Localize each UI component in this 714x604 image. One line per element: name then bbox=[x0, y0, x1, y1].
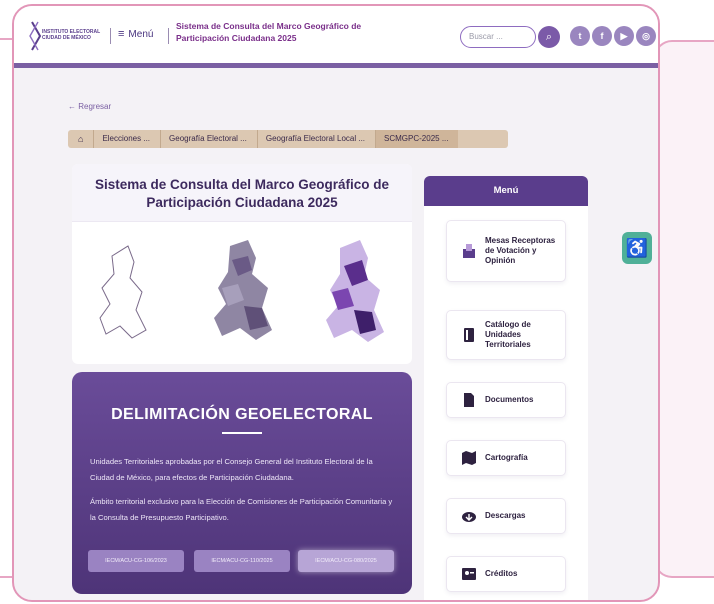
map-icon bbox=[462, 451, 476, 465]
search-input[interactable]: Buscar ... bbox=[460, 26, 536, 48]
back-link[interactable]: ← Regresar bbox=[68, 102, 111, 111]
breadcrumb-item[interactable]: Geografía Electoral ... bbox=[160, 130, 257, 148]
site-title: Sistema de Consulta del Marco Geográfico… bbox=[176, 21, 362, 43]
side-menu: Menú Mesas Receptoras de Votación y Opin… bbox=[424, 176, 588, 600]
home-icon[interactable]: ⌂ bbox=[68, 130, 93, 148]
title-underline bbox=[222, 432, 262, 434]
menu-item-label: Cartografía bbox=[485, 453, 528, 462]
instagram-icon[interactable]: ◎ bbox=[636, 26, 656, 46]
browser-window: INSTITUTO ELECTORAL CIUDAD DE MÉXICO ≡ M… bbox=[12, 4, 660, 602]
delimitation-paragraph-1: Unidades Territoriales aprobadas por el … bbox=[90, 457, 373, 482]
menu-button[interactable]: ≡ Menú bbox=[118, 28, 153, 40]
menu-label: Menú bbox=[128, 28, 154, 40]
wheelchair-icon: ♿ bbox=[625, 238, 649, 258]
delimitation-card: DELIMITACIÓN GEOELECTORAL Unidades Terri… bbox=[72, 372, 412, 594]
decorative-frame-right bbox=[654, 40, 714, 578]
cdmx-maps-illustration bbox=[99, 240, 384, 342]
delimitation-paragraph-2: Ámbito territorial exclusivo para la Ele… bbox=[90, 497, 393, 522]
search-button[interactable]: ⌕ bbox=[538, 26, 560, 48]
ballot-box-icon bbox=[463, 244, 475, 258]
youtube-icon[interactable]: ▶ bbox=[614, 26, 634, 46]
menu-item-catalogo[interactable]: Catálogo de Unidades Territoriales bbox=[446, 310, 566, 360]
breadcrumb: ⌂ Elecciones ... Geografía Electoral ...… bbox=[68, 130, 508, 148]
menu-item-label: Catálogo de Unidades Territoriales bbox=[485, 320, 531, 349]
menu-item-label: Documentos bbox=[485, 395, 534, 404]
accessibility-button[interactable]: ♿ bbox=[622, 232, 652, 264]
hamburger-icon: ≡ bbox=[118, 28, 125, 40]
delimitation-title: DELIMITACIÓN GEOELECTORAL bbox=[111, 406, 373, 423]
map-filled-purple bbox=[326, 240, 384, 342]
menu-item-documentos[interactable]: Documentos bbox=[446, 382, 566, 418]
breadcrumb-item[interactable]: SCMGPC-2025 ... bbox=[375, 130, 459, 148]
menu-item-label: Mesas Receptoras de Votación y Opinión bbox=[485, 236, 556, 265]
hero-title: Sistema de Consulta del Marco Geográfico… bbox=[94, 177, 390, 210]
book-icon bbox=[464, 328, 474, 342]
map-outline bbox=[99, 245, 147, 339]
top-bar: INSTITUTO ELECTORAL CIUDAD DE MÉXICO ≡ M… bbox=[14, 6, 658, 68]
menu-item-descargas[interactable]: Descargas bbox=[446, 498, 566, 534]
menu-item-label: Descargas bbox=[485, 511, 526, 520]
menu-item-label: Créditos bbox=[485, 569, 518, 578]
iecm-logo[interactable]: INSTITUTO ELECTORAL CIUDAD DE MÉXICO bbox=[28, 18, 104, 54]
twitter-icon[interactable]: t bbox=[570, 26, 590, 46]
breadcrumb-item[interactable]: Geografía Electoral Local ... bbox=[256, 130, 375, 148]
divider bbox=[168, 28, 169, 44]
id-card-icon bbox=[462, 568, 476, 580]
hero-card: Sistema de Consulta del Marco Geográfico… bbox=[72, 164, 412, 364]
divider bbox=[110, 28, 111, 44]
search-icon: ⌕ bbox=[545, 31, 553, 43]
agreement-button-1[interactable]: IECM/ACU-CG-106/2023 bbox=[88, 550, 184, 572]
agreement-button-3[interactable]: IECM/ACU-CG-080/2025 bbox=[298, 550, 394, 572]
hero-title-box: Sistema de Consulta del Marco Geográfico… bbox=[72, 164, 412, 222]
side-menu-title: Menú bbox=[424, 176, 588, 206]
menu-item-mesas[interactable]: Mesas Receptoras de Votación y Opinión bbox=[446, 220, 566, 282]
facebook-icon[interactable]: f bbox=[592, 26, 612, 46]
document-icon bbox=[464, 393, 474, 407]
logo-text: INSTITUTO ELECTORAL CIUDAD DE MÉXICO bbox=[42, 29, 101, 41]
cloud-download-icon bbox=[462, 512, 476, 522]
agreement-button-2[interactable]: IECM/ACU-CG-110/2025 bbox=[194, 550, 290, 572]
menu-item-cartografia[interactable]: Cartografía bbox=[446, 440, 566, 476]
breadcrumb-item[interactable]: Elecciones ... bbox=[93, 130, 160, 148]
menu-item-creditos[interactable]: Créditos bbox=[446, 556, 566, 592]
